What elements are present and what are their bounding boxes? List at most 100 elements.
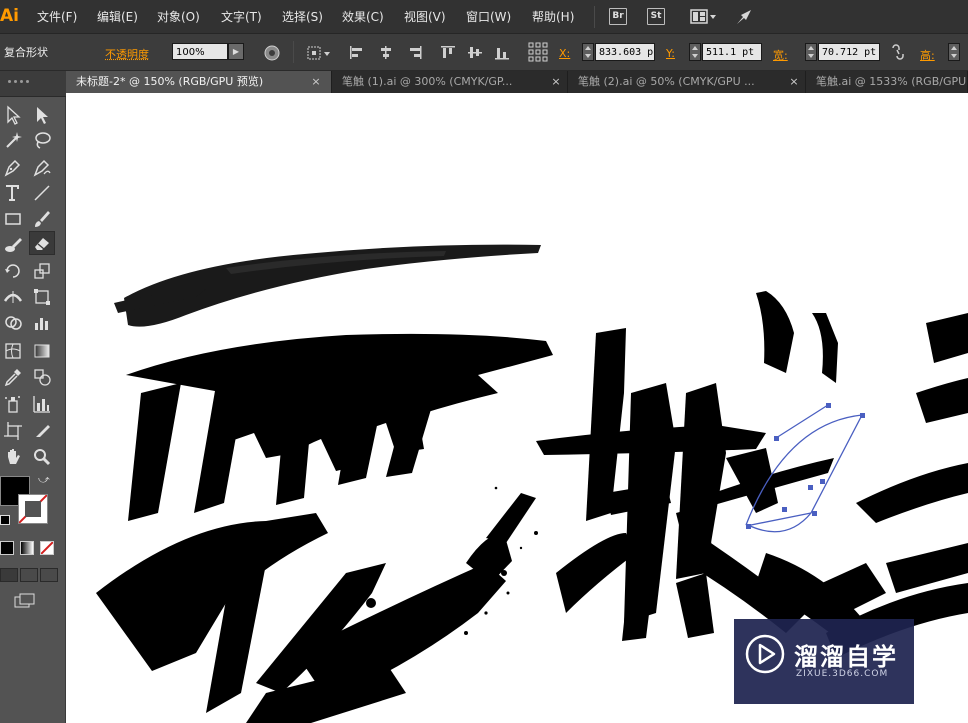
chart-icon[interactable] xyxy=(29,311,55,335)
blob-brush-icon[interactable] xyxy=(0,233,26,257)
play-logo-icon xyxy=(744,633,786,675)
selection-arrow-icon[interactable] xyxy=(0,103,26,127)
slice-icon[interactable] xyxy=(29,419,55,443)
column-graph-icon[interactable] xyxy=(29,392,55,416)
transform-panel-icon[interactable] xyxy=(528,42,548,62)
brush-stroke-top xyxy=(114,244,541,327)
menu-effect[interactable]: 效果(C) xyxy=(342,8,384,25)
symbol-sprayer-icon[interactable] xyxy=(0,392,26,416)
artboard-icon[interactable] xyxy=(0,419,26,443)
draw-behind-icon[interactable] xyxy=(20,568,38,582)
menu-view[interactable]: 视图(V) xyxy=(404,8,446,25)
tab-stroke-2[interactable]: 笔触 (2).ai @ 50% (CMYK/GPU ... xyxy=(568,71,806,93)
menu-type[interactable]: 文字(T) xyxy=(221,8,262,25)
tab-label: 笔触 (1).ai @ 300% (CMYK/GP... xyxy=(342,75,513,88)
selection-type-label: 复合形状 xyxy=(4,46,48,59)
align-bottom-icon[interactable] xyxy=(494,45,510,60)
w-input[interactable]: 70.712 pt xyxy=(818,43,880,61)
gpu-performance-icon[interactable] xyxy=(734,7,754,27)
h-label[interactable]: 高: xyxy=(920,47,935,63)
w-stepper[interactable] xyxy=(805,43,817,61)
eraser-icon[interactable] xyxy=(29,231,55,255)
arrange-documents-icon[interactable] xyxy=(690,8,718,26)
pen-icon[interactable] xyxy=(0,155,26,179)
menu-object[interactable]: 对象(O) xyxy=(157,8,200,25)
stroke-swatch[interactable] xyxy=(18,494,48,524)
menu-window[interactable]: 窗口(W) xyxy=(466,8,511,25)
opacity-dropdown-arrow[interactable]: ▶ xyxy=(228,43,244,60)
watermark-subtitle: ZIXUE.3D66.COM xyxy=(796,669,889,679)
watermark-title: 溜溜自学 xyxy=(794,643,898,671)
rotate-icon[interactable] xyxy=(0,259,26,283)
x-stepper[interactable] xyxy=(582,43,594,61)
gradient-mode-icon[interactable] xyxy=(20,541,34,555)
menu-bar: Ai 文件(F) 编辑(E) 对象(O) 文字(T) 选择(S) 效果(C) 视… xyxy=(0,0,968,34)
mesh-icon[interactable] xyxy=(0,339,26,363)
tab-stroke[interactable]: 笔触.ai @ 1533% (RGB/GPU xyxy=(806,71,968,93)
eyedropper-icon[interactable] xyxy=(0,365,26,389)
shape-builder-icon[interactable] xyxy=(0,311,26,335)
h-stepper[interactable] xyxy=(948,43,960,61)
align-middle-icon[interactable] xyxy=(467,45,483,60)
tab-close-icon[interactable]: × xyxy=(550,71,562,93)
tab-close-icon[interactable]: × xyxy=(310,71,322,93)
free-transform-icon[interactable] xyxy=(29,285,55,309)
toolbox: ⤻ xyxy=(0,71,66,723)
menu-select[interactable]: 选择(S) xyxy=(282,8,323,25)
type-icon[interactable] xyxy=(0,181,26,205)
document-tab-bar: 未标题-2* @ 150% (RGB/GPU 预览) × 笔触 (1).ai @… xyxy=(66,71,968,93)
default-fill-stroke-icon[interactable] xyxy=(0,515,10,525)
align-right-icon[interactable] xyxy=(407,45,423,60)
swap-fill-stroke-icon[interactable]: ⤻ xyxy=(38,473,52,487)
w-label[interactable]: 宽: xyxy=(773,47,788,63)
x-input[interactable]: 833.603 p xyxy=(595,43,655,61)
menu-separator xyxy=(594,6,595,28)
blend-icon[interactable] xyxy=(29,365,55,389)
y-label[interactable]: Y: xyxy=(666,47,675,60)
tab-untitled-2[interactable]: 未标题-2* @ 150% (RGB/GPU 预览) xyxy=(66,71,332,93)
magic-wand-icon[interactable] xyxy=(0,128,26,152)
control-separator xyxy=(293,41,294,63)
draw-inside-icon[interactable] xyxy=(40,568,58,582)
opacity-input[interactable]: 100% xyxy=(172,43,228,60)
toolbox-grip[interactable] xyxy=(0,71,66,97)
tab-label: 笔触 (2).ai @ 50% (CMYK/GPU ... xyxy=(578,75,755,88)
control-bar: 复合形状 不透明度 100% ▶ X: 833.603 p Y: 511.1 p… xyxy=(0,34,968,71)
recolor-artwork-icon[interactable] xyxy=(263,44,281,62)
menu-help[interactable]: 帮助(H) xyxy=(532,8,574,25)
zoom-icon[interactable] xyxy=(29,445,55,469)
align-center-icon[interactable] xyxy=(378,45,394,60)
watermark: 溜溜自学 ZIXUE.3D66.COM xyxy=(734,619,914,704)
tab-stroke-1[interactable]: 笔触 (1).ai @ 300% (CMYK/GP... xyxy=(332,71,568,93)
curvature-pen-icon[interactable] xyxy=(29,155,55,179)
direct-selection-icon[interactable] xyxy=(29,103,55,127)
menu-edit[interactable]: 编辑(E) xyxy=(97,8,138,25)
tab-label: 笔触.ai @ 1533% (RGB/GPU xyxy=(816,75,967,88)
opacity-label[interactable]: 不透明度 xyxy=(105,46,149,62)
scale-icon[interactable] xyxy=(29,259,55,283)
hand-icon[interactable] xyxy=(0,445,26,469)
x-label[interactable]: X: xyxy=(559,47,570,60)
align-top-icon[interactable] xyxy=(440,45,456,60)
paintbrush-icon[interactable] xyxy=(29,207,55,231)
y-input[interactable]: 511.1 pt xyxy=(702,43,762,61)
stock-button[interactable]: St xyxy=(647,8,665,25)
none-mode-icon[interactable] xyxy=(40,541,54,555)
rectangle-icon[interactable] xyxy=(0,207,26,231)
lasso-icon[interactable] xyxy=(29,128,55,152)
y-stepper[interactable] xyxy=(689,43,701,61)
character-1 xyxy=(96,333,553,723)
tab-close-icon[interactable]: × xyxy=(788,71,800,93)
line-icon[interactable] xyxy=(29,181,55,205)
gradient-icon[interactable] xyxy=(29,339,55,363)
width-icon[interactable] xyxy=(0,285,26,309)
screen-mode-icon[interactable] xyxy=(14,593,36,609)
align-left-icon[interactable] xyxy=(349,45,365,60)
constrain-proportions-icon[interactable] xyxy=(889,44,907,60)
reference-point-icon[interactable] xyxy=(306,44,332,62)
menu-file[interactable]: 文件(F) xyxy=(37,8,77,25)
draw-normal-icon[interactable] xyxy=(0,568,18,582)
bridge-button[interactable]: Br xyxy=(609,8,627,25)
color-mode-icon[interactable] xyxy=(0,541,14,555)
tab-label: 未标题-2* @ 150% (RGB/GPU 预览) xyxy=(76,75,264,88)
